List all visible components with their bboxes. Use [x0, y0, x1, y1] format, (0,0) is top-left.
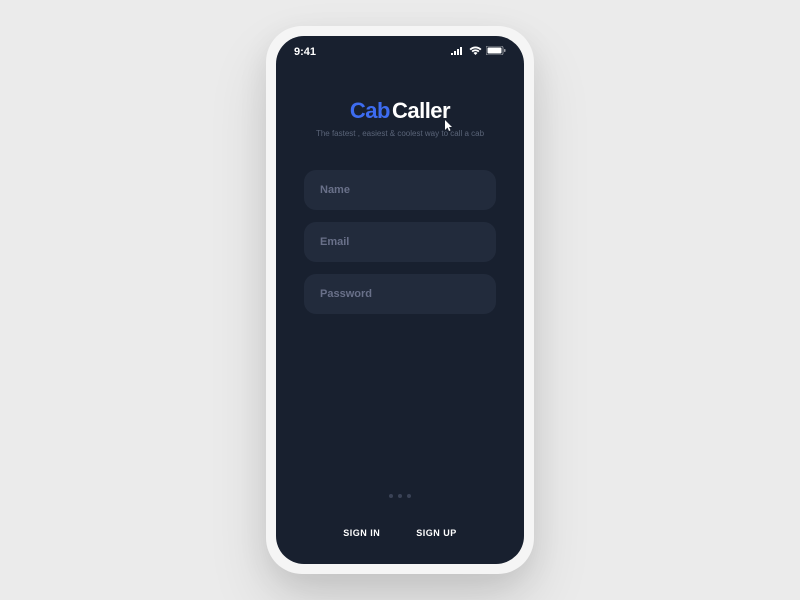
phone-screen: 9:41 CabCaller The fastest , easiest & c…	[276, 36, 524, 564]
logo-part-caller: Caller	[392, 98, 450, 123]
status-bar: 9:41	[276, 36, 524, 62]
logo-part-cab: Cab	[350, 98, 390, 123]
content-area: CabCaller The fastest , easiest & cooles…	[276, 62, 524, 528]
dot-2	[398, 494, 402, 498]
email-field[interactable]	[304, 222, 496, 262]
signup-form	[304, 170, 496, 314]
password-field[interactable]	[304, 274, 496, 314]
battery-icon	[486, 46, 506, 58]
app-header: CabCaller The fastest , easiest & cooles…	[304, 98, 496, 138]
status-time: 9:41	[294, 46, 316, 58]
wifi-icon	[469, 46, 482, 58]
name-field[interactable]	[304, 170, 496, 210]
dot-3	[407, 494, 411, 498]
tagline: The fastest , easiest & coolest way to c…	[304, 129, 496, 138]
cursor-icon	[445, 120, 454, 135]
footer-nav: SIGN IN SIGN UP	[276, 528, 524, 564]
signal-icon	[451, 46, 465, 58]
dot-1	[389, 494, 393, 498]
page-indicator	[304, 494, 496, 498]
phone-frame: 9:41 CabCaller The fastest , easiest & c…	[266, 26, 534, 574]
signup-link[interactable]: SIGN UP	[416, 528, 457, 538]
app-logo: CabCaller	[304, 98, 496, 124]
status-icons	[451, 46, 506, 58]
signin-link[interactable]: SIGN IN	[343, 528, 380, 538]
